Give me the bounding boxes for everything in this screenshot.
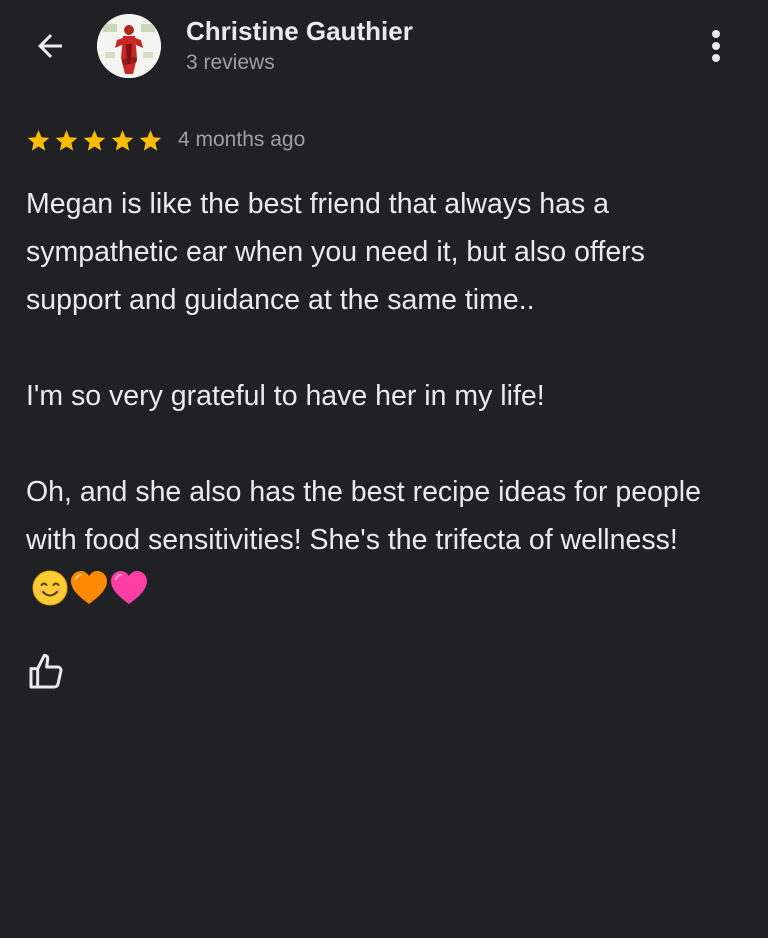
review-header: Christine Gauthier 3 reviews (0, 0, 768, 100)
review-paragraph-3: Oh, and she also has the best recipe ide… (26, 468, 746, 612)
orange-heart-icon (71, 571, 107, 604)
back-button[interactable] (26, 24, 74, 68)
rating-row: 4 months ago (26, 124, 305, 156)
thumbs-up-icon (29, 653, 63, 689)
author-review-count: 3 reviews (186, 51, 275, 74)
like-button[interactable] (22, 648, 70, 696)
star-icon (27, 129, 50, 151)
more-vert-icon (712, 30, 720, 62)
star-icon (139, 129, 162, 151)
star-icon (55, 129, 78, 151)
avatar[interactable] (97, 14, 161, 78)
review-text: Megan is like the best friend that alway… (26, 180, 746, 612)
review-paragraph-3-text: Oh, and she also has the best recipe ide… (26, 476, 709, 556)
review-detail-screen: Christine Gauthier 3 reviews 4 months ag… (0, 0, 768, 938)
star-icon (83, 129, 106, 151)
review-paragraph-1: Megan is like the best friend that alway… (26, 188, 653, 316)
review-date: 4 months ago (178, 128, 306, 151)
author-info: Christine Gauthier 3 reviews (186, 16, 413, 77)
more-options-button[interactable] (694, 24, 738, 68)
emoji-group (32, 570, 150, 606)
author-name[interactable]: Christine Gauthier (186, 16, 413, 46)
pink-heart-icon (111, 571, 147, 604)
smiling-face-icon (32, 570, 68, 606)
avatar-image (97, 14, 161, 78)
review-paragraph-2: I'm so very grateful to have her in my l… (26, 380, 545, 412)
star-rating (26, 128, 166, 153)
star-icon (111, 129, 134, 151)
arrow-back-icon (38, 34, 62, 58)
